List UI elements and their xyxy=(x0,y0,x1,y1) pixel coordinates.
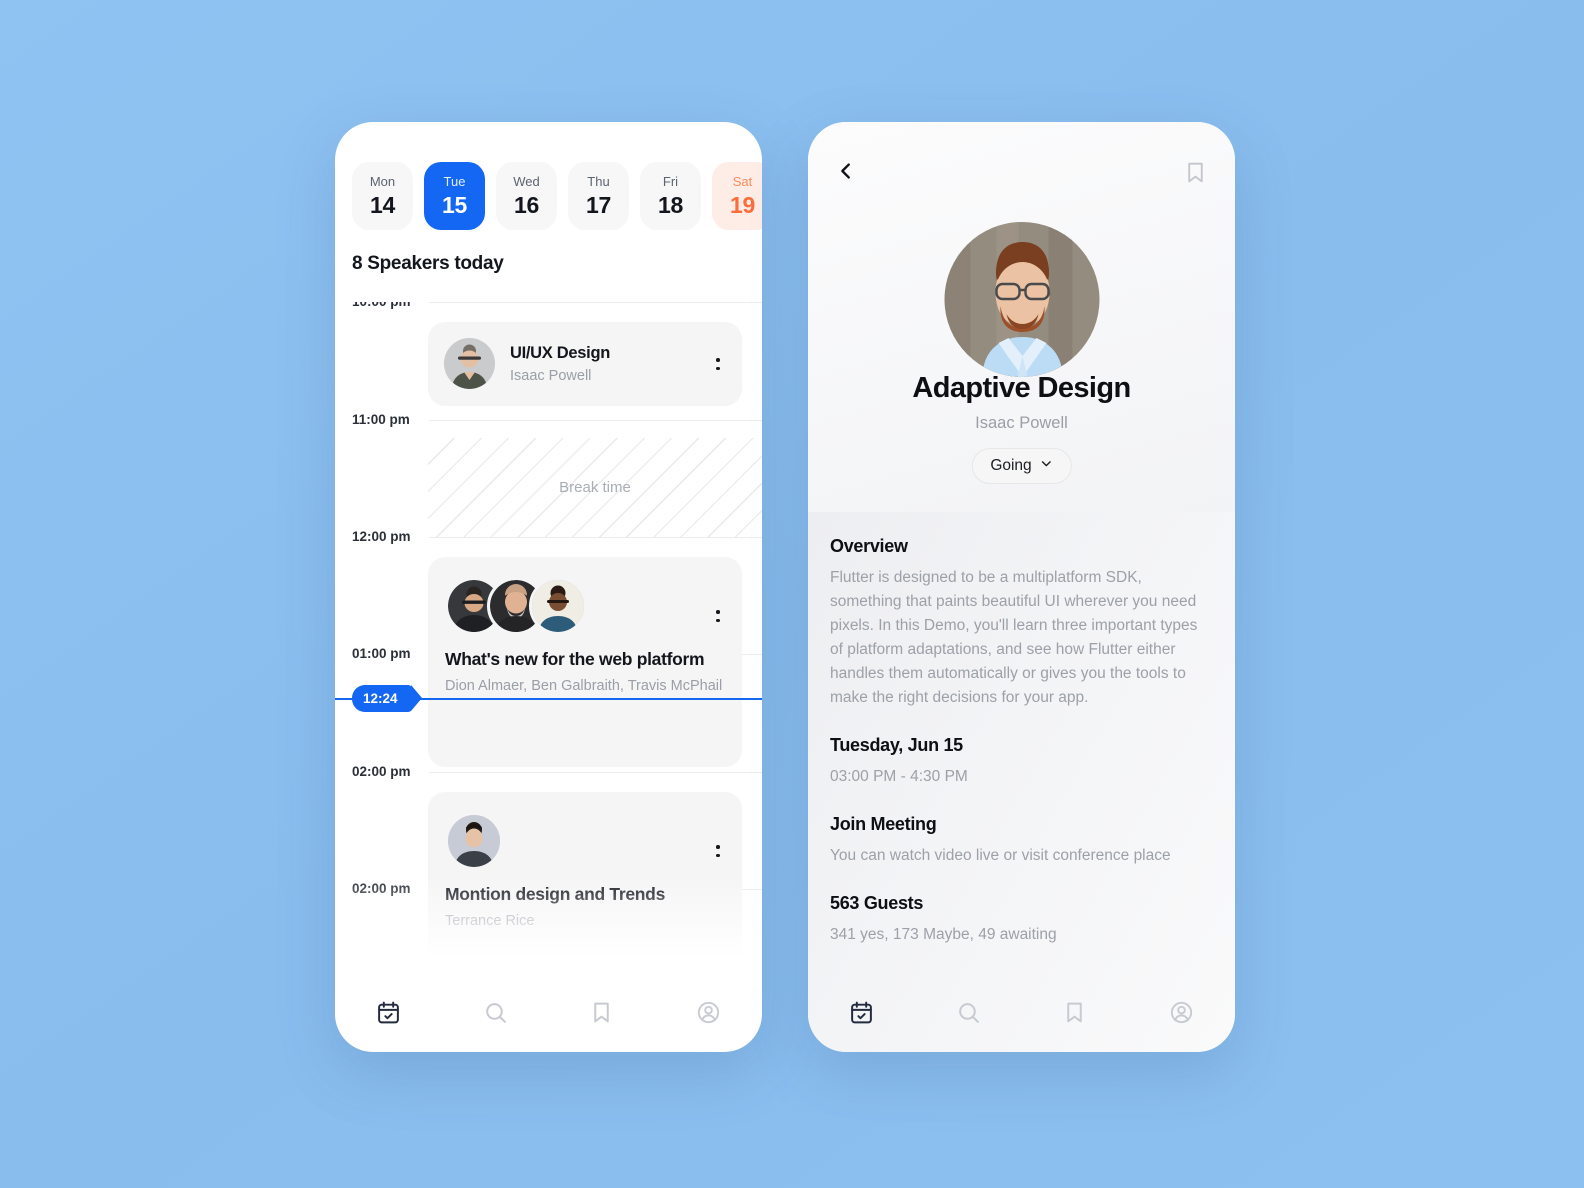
time-label: 12:00 pm xyxy=(352,529,411,544)
bottom-nav[interactable] xyxy=(335,972,762,1052)
time-gridline xyxy=(429,302,762,303)
speakers-count-title: 8 Speakers today xyxy=(352,253,504,274)
day-chip-dow: Wed xyxy=(513,173,540,189)
section-heading-date: Tuesday, Jun 15 xyxy=(830,735,963,756)
day-chip-dow: Fri xyxy=(662,173,679,189)
bookmark-icon[interactable] xyxy=(1183,160,1208,190)
speaker-avatar-stack xyxy=(428,557,742,635)
event-detail-speaker: Isaac Powell xyxy=(975,414,1068,432)
speaker-avatar xyxy=(529,577,587,635)
chevron-down-icon xyxy=(1040,457,1053,475)
time-gridline xyxy=(429,420,762,421)
rsvp-dropdown[interactable]: Going xyxy=(971,448,1072,484)
day-chip-num: 16 xyxy=(514,191,539,218)
bottom-nav[interactable] xyxy=(808,972,1235,1052)
time-gridline xyxy=(429,772,762,773)
day-chip-fri[interactable]: Fri 18 xyxy=(640,162,701,230)
time-gridline xyxy=(429,537,762,538)
nav-item-calendar[interactable] xyxy=(808,1000,915,1025)
day-chip-dow: Tue xyxy=(443,173,466,189)
day-chip-num: 19 xyxy=(730,191,755,218)
section-heading-join-meeting[interactable]: Join Meeting xyxy=(830,814,1213,835)
timeline[interactable]: 10:00 pm 11:00 pm 12:00 pm 01:00 pm 02:0… xyxy=(335,302,762,990)
day-selector[interactable]: Mon 14 Tue 15 Wed 16 Thu 17 Fri 18 Sat 1… xyxy=(352,162,762,230)
event-card-header: UI/UX Design Isaac Powell xyxy=(428,322,742,389)
search-icon xyxy=(956,1000,981,1025)
nav-item-profile[interactable] xyxy=(655,1000,762,1025)
event-speakers: Terrance Rice xyxy=(445,913,535,929)
event-title: Montion design and Trends xyxy=(445,884,666,904)
timeline-row: 12:00 pm xyxy=(335,529,762,544)
day-chip-dow: Sat xyxy=(732,173,753,189)
nav-item-search[interactable] xyxy=(442,1000,549,1025)
bookmark-icon xyxy=(1062,1000,1087,1025)
nav-item-bookmark[interactable] xyxy=(1022,1000,1129,1025)
break-time-band: Break time xyxy=(428,438,762,537)
event-detail-title: Adaptive Design xyxy=(912,372,1131,404)
day-chip-num: 15 xyxy=(442,191,467,218)
kebab-menu-icon[interactable] xyxy=(709,353,727,375)
day-chip-tue[interactable]: Tue 15 xyxy=(424,162,485,230)
time-label: 01:00 pm xyxy=(352,646,411,661)
rsvp-label: Going xyxy=(990,457,1032,474)
timeline-row: 02:00 pm xyxy=(335,764,762,779)
user-circle-icon xyxy=(696,1000,721,1025)
speaker-portrait xyxy=(944,222,1099,377)
time-label: 02:00 pm xyxy=(352,881,411,896)
day-chip-sat[interactable]: Sat 19 xyxy=(712,162,762,230)
day-chip-num: 18 xyxy=(658,191,683,218)
calendar-check-icon xyxy=(849,1000,874,1025)
detail-hero-toolbar xyxy=(835,160,1208,190)
bookmark-icon xyxy=(589,1000,614,1025)
event-detail-phone-screen: Adaptive Design Isaac Powell Going Overv… xyxy=(808,122,1235,1052)
speaker-avatar xyxy=(445,812,503,870)
event-card-uiux[interactable]: UI/UX Design Isaac Powell xyxy=(428,322,742,406)
section-body-join-meeting: You can watch video live or visit confer… xyxy=(830,847,1171,865)
event-card-text: UI/UX Design Isaac Powell xyxy=(510,344,610,384)
speaker-avatar-stack xyxy=(428,792,742,870)
day-chip-wed[interactable]: Wed 16 xyxy=(496,162,557,230)
event-card-body: Montion design and Trends Terrance Rice xyxy=(428,870,742,933)
event-speakers: Isaac Powell xyxy=(510,367,592,384)
section-body-time: 03:00 PM - 4:30 PM xyxy=(830,768,968,786)
time-label: 02:00 pm xyxy=(352,764,411,779)
event-speakers: Dion Almaer, Ben Galbraith, Travis McPha… xyxy=(445,678,723,694)
current-time-badge: 12:24 xyxy=(352,685,421,712)
nav-item-profile[interactable] xyxy=(1128,1000,1235,1025)
nav-item-search[interactable] xyxy=(915,1000,1022,1025)
break-time-label: Break time xyxy=(559,479,631,496)
day-chip-thu[interactable]: Thu 17 xyxy=(568,162,629,230)
section-body-guests: 341 yes, 173 Maybe, 49 awaiting xyxy=(830,926,1057,944)
nav-item-bookmark[interactable] xyxy=(549,1000,656,1025)
speaker-avatar xyxy=(444,338,495,389)
detail-hero: Adaptive Design Isaac Powell Going xyxy=(808,122,1235,512)
event-title: What's new for the web platform xyxy=(445,649,705,669)
current-time-line: 12:24 xyxy=(335,685,762,712)
detail-content: Overview Flutter is designed to be a mul… xyxy=(808,512,1235,1052)
search-icon xyxy=(483,1000,508,1025)
day-chip-num: 14 xyxy=(370,191,395,218)
time-label: 11:00 pm xyxy=(352,412,410,427)
user-circle-icon xyxy=(1169,1000,1194,1025)
event-card-motion-design[interactable]: Montion design and Trends Terrance Rice xyxy=(428,792,742,990)
event-card-body: What's new for the web platform Dion Alm… xyxy=(428,635,742,698)
day-chip-mon[interactable]: Mon 14 xyxy=(352,162,413,230)
time-label: 10:00 pm xyxy=(352,302,411,309)
day-chip-dow: Thu xyxy=(587,173,610,189)
timeline-row: 11:00 pm xyxy=(335,412,762,427)
timeline-row: 10:00 pm xyxy=(335,302,762,309)
kebab-menu-icon[interactable] xyxy=(709,605,727,627)
day-chip-dow: Mon xyxy=(369,173,396,189)
event-title: UI/UX Design xyxy=(510,343,611,362)
nav-item-calendar[interactable] xyxy=(335,1000,442,1025)
kebab-menu-icon[interactable] xyxy=(709,840,727,862)
event-card-web-platform[interactable]: What's new for the web platform Dion Alm… xyxy=(428,557,742,767)
day-chip-num: 17 xyxy=(586,191,611,218)
calendar-check-icon xyxy=(376,1000,401,1025)
section-heading-guests: 563 Guests xyxy=(830,893,924,914)
section-body-overview: Flutter is designed to be a multiplatfor… xyxy=(830,569,1198,707)
schedule-phone-screen: Mon 14 Tue 15 Wed 16 Thu 17 Fri 18 Sat 1… xyxy=(335,122,762,1052)
back-button[interactable] xyxy=(835,160,857,187)
section-heading-overview: Overview xyxy=(830,536,908,556)
